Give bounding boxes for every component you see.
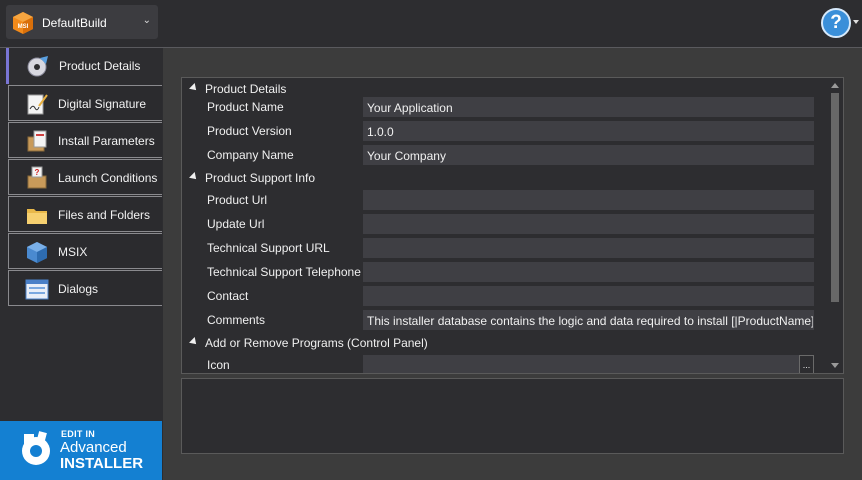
edit-in-advanced-installer-banner[interactable]: EDIT IN Advanced INSTALLER [0,421,162,480]
scrollbar-thumb[interactable] [831,93,839,302]
category-label: Product Support Info [205,171,316,185]
sidebar-item-msix[interactable]: MSIX [8,233,162,269]
chevron-down-icon: ⌄ [142,15,151,26]
property-label: Update Url [207,217,265,231]
property-row-product-name: Product Name Your Application [182,95,827,119]
property-row-company-name: Company Name Your Company [182,143,827,167]
sidebar-item-launch-conditions[interactable]: ? Launch Conditions [8,159,162,195]
property-row-technical-support-telephone: Technical Support Telephone [182,260,827,284]
product-version-field[interactable]: 1.0.0 [363,121,814,141]
product-url-field[interactable] [363,190,814,210]
sidebar-item-digital-signature[interactable]: Digital Signature [8,85,162,121]
sidebar-item-files-and-folders[interactable]: Files and Folders [8,196,162,232]
company-name-field[interactable]: Your Company [363,145,814,165]
property-row-product-url: Product Url [182,188,827,212]
property-row-update-url: Update Url [182,212,827,236]
browse-button[interactable]: ... [799,355,814,373]
sidebar-item-label: Install Parameters [58,134,155,148]
icon-field[interactable] [363,355,814,373]
property-label: Technical Support URL [207,241,330,255]
installer-label: INSTALLER [60,455,144,472]
sidebar-item-label: Launch Conditions [58,171,158,185]
sidebar: Product Details Digital Signature Instal… [0,48,163,480]
folder-icon [27,209,47,224]
advanced-label: Advanced [60,439,127,456]
advanced-installer-logo-icon [22,431,50,465]
dialogs-icon [25,279,49,300]
technical-support-telephone-field[interactable] [363,262,814,282]
property-label: Product Name [207,100,284,114]
property-row-comments: Comments This installer database contain… [182,308,827,332]
build-name: DefaultBuild [42,16,107,30]
sidebar-item-product-details[interactable]: Product Details [6,48,163,84]
property-label: Comments [207,313,266,327]
sidebar-item-label: Product Details [59,59,141,73]
collapse-triangle-icon[interactable] [189,337,199,347]
category-label: Add or Remove Programs (Control Panel) [205,336,428,350]
msix-icon [27,242,47,263]
help-button[interactable]: ? [821,8,851,38]
collapse-triangle-icon[interactable] [189,172,199,182]
property-grid-body: Product Details Product Name Your Applic… [182,78,827,373]
svg-text:?: ? [35,168,40,177]
sidebar-item-label: Dialogs [58,282,99,296]
msi-icon-label: MSI [18,24,29,30]
property-label: Contact [207,289,249,303]
top-toolbar: MSI DefaultBuild ⌄ ? [0,0,862,48]
property-row-icon: Icon ... [182,353,827,373]
product-details-icon [27,56,48,77]
edit-in-label: EDIT IN [61,429,96,439]
update-url-field[interactable] [363,214,814,234]
sidebar-item-dialogs[interactable]: Dialogs [8,270,162,306]
property-grid: Product Details Product Name Your Applic… [181,77,844,374]
install-parameters-icon [27,130,47,152]
property-label: Product Url [207,193,268,207]
scroll-down-arrow-icon[interactable] [831,363,839,368]
msi-package-icon: MSI [13,12,33,34]
sidebar-item-label: Files and Folders [58,208,151,222]
sidebar-item-label: Digital Signature [58,97,147,111]
comments-field[interactable]: This installer database contains the log… [363,310,814,330]
vertical-scrollbar[interactable] [827,78,843,373]
build-selector[interactable]: MSI DefaultBuild ⌄ [6,5,158,39]
help-dropdown-caret-icon[interactable] [853,20,859,24]
property-row-product-version: Product Version 1.0.0 [182,119,827,143]
property-label: Icon [207,358,230,372]
property-label: Company Name [207,148,294,162]
property-label: Product Version [207,124,292,138]
property-label: Technical Support Telephone [207,265,361,279]
property-row-technical-support-url: Technical Support URL [182,236,827,260]
product-name-field[interactable]: Your Application [363,97,814,117]
category-product-support-info[interactable]: Product Support Info [182,167,827,189]
sidebar-item-install-parameters[interactable]: Install Parameters [8,122,162,158]
category-label: Product Details [205,82,287,96]
main-content: Product Details Product Name Your Applic… [163,48,862,480]
collapse-triangle-icon[interactable] [189,83,199,93]
scroll-up-arrow-icon[interactable] [831,83,839,88]
category-add-remove-programs[interactable]: Add or Remove Programs (Control Panel) [182,332,827,354]
launch-conditions-icon: ? [27,166,47,189]
sidebar-item-label: MSIX [58,245,88,259]
contact-field[interactable] [363,286,814,306]
digital-signature-icon [27,94,48,115]
property-description-panel [181,378,844,454]
property-row-contact: Contact [182,284,827,308]
technical-support-url-field[interactable] [363,238,814,258]
